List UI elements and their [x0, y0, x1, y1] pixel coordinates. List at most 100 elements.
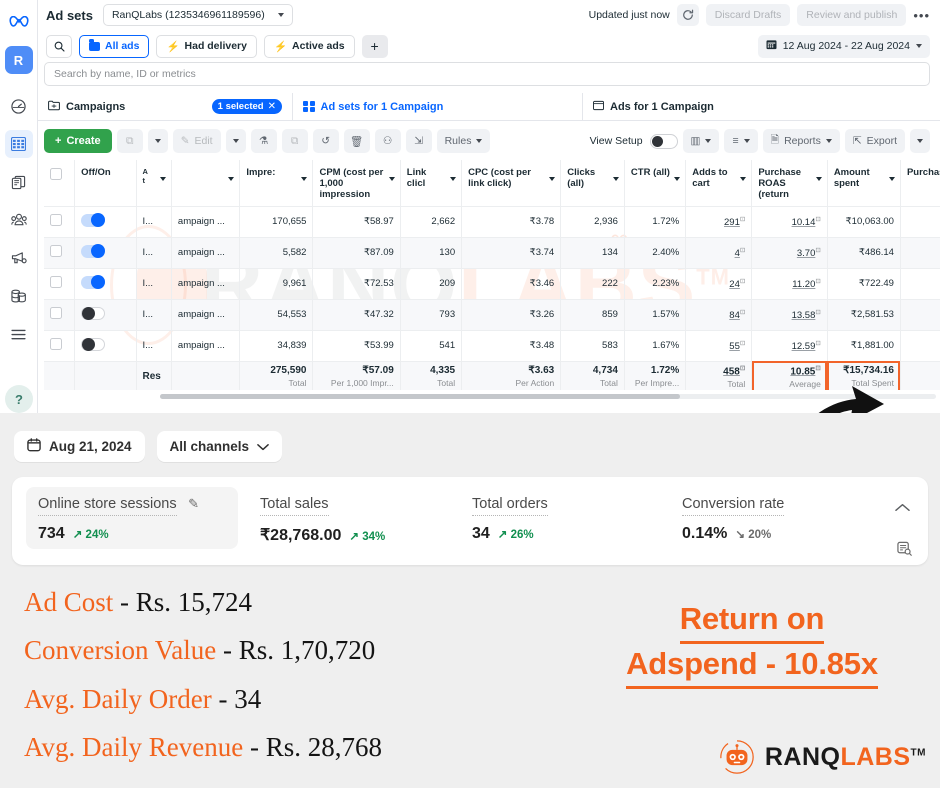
review-publish-button[interactable]: Review and publish: [797, 4, 906, 26]
selection-badge[interactable]: 1 selected ✕: [212, 99, 282, 114]
row-name-b[interactable]: ampaign ...: [171, 268, 239, 299]
row-roas-value[interactable]: 10.14: [792, 217, 816, 228]
row-toggle[interactable]: [81, 307, 105, 320]
row-name-b[interactable]: ampaign ...: [171, 237, 239, 268]
audience-button[interactable]: ⚇: [375, 129, 401, 153]
columns-button[interactable]: ▥: [683, 129, 720, 153]
row-toggle-cell[interactable]: [75, 299, 136, 330]
scrollbar-thumb[interactable]: [160, 394, 680, 399]
filter-had-delivery[interactable]: ⚡ Had delivery: [156, 35, 257, 58]
metric-conversion-rate[interactable]: Conversion rate 0.14% ↘ 20%: [670, 487, 796, 549]
row-name-a[interactable]: I...: [136, 299, 171, 330]
th-roas[interactable]: Purchase ROAS (return: [752, 160, 828, 206]
row-toggle-cell[interactable]: [75, 268, 136, 299]
row-checkbox-cell[interactable]: [44, 268, 75, 299]
billing-icon[interactable]: [5, 282, 33, 310]
export-dropdown[interactable]: [910, 129, 930, 153]
more-options-icon[interactable]: •••: [913, 8, 930, 23]
row-adds-cart-value[interactable]: 55: [729, 341, 740, 352]
row-checkbox-cell[interactable]: [44, 299, 75, 330]
delete-button[interactable]: 🗑: [344, 129, 370, 153]
row-toggle[interactable]: [81, 214, 105, 227]
duplicate-button[interactable]: ⧉: [117, 129, 143, 153]
row-roas-value[interactable]: 13.58: [792, 310, 816, 321]
meta-logo-icon[interactable]: [5, 8, 33, 36]
megaphone-icon[interactable]: [5, 244, 33, 272]
ab-test-button[interactable]: ⚗: [251, 129, 277, 153]
row-checkbox-cell[interactable]: [44, 237, 75, 268]
row-toggle[interactable]: [81, 276, 105, 289]
table-row[interactable]: I... ampaign ... 9,961 ₹72.53 209 ₹3.46 …: [44, 268, 940, 299]
account-select[interactable]: RanQLabs (1235346961189596): [103, 4, 293, 26]
row-name-a[interactable]: I...: [136, 206, 171, 237]
revert-button[interactable]: ↺: [313, 129, 339, 153]
th-offon[interactable]: Off/On: [75, 160, 136, 206]
row-checkbox[interactable]: [50, 307, 62, 319]
tab-adsets[interactable]: Ad sets for 1 Campaign: [293, 93, 583, 120]
create-button[interactable]: + Create: [44, 129, 112, 153]
th-impressions[interactable]: Impre:: [240, 160, 313, 206]
row-toggle[interactable]: [81, 245, 105, 258]
breakdown-button[interactable]: ≡: [724, 129, 757, 153]
menu-icon[interactable]: [5, 320, 33, 348]
filter-active-ads[interactable]: ⚡ Active ads: [264, 35, 355, 58]
rules-button[interactable]: Rules: [437, 129, 491, 153]
th-clicks-all[interactable]: Clicks (all): [561, 160, 625, 206]
audience-icon[interactable]: [5, 206, 33, 234]
table-row[interactable]: I... ampaign ... 5,582 ₹87.09 130 ₹3.74 …: [44, 237, 940, 268]
collapse-card-icon[interactable]: [895, 501, 910, 515]
th-name-b[interactable]: [171, 160, 239, 206]
pencil-icon[interactable]: ✎: [188, 496, 199, 511]
th-name-a[interactable]: A t: [136, 160, 171, 206]
help-icon[interactable]: ?: [5, 385, 33, 413]
row-name-b[interactable]: ampaign ...: [171, 299, 239, 330]
th-purchase[interactable]: Purchase: [900, 160, 940, 206]
th-cpc[interactable]: CPC (cost per link click): [462, 160, 561, 206]
row-checkbox[interactable]: [50, 214, 62, 226]
table-row[interactable]: I... ampaign ... 54,553 ₹47.32 793 ₹3.26…: [44, 299, 940, 330]
metric-total-orders[interactable]: Total orders 34 ↗ 26%: [460, 487, 560, 549]
row-checkbox[interactable]: [50, 276, 62, 288]
th-cpm[interactable]: CPM (cost per 1,000 impression: [313, 160, 400, 206]
metric-total-sales[interactable]: Total sales ₹28,768.00 ↗ 34%: [248, 487, 397, 549]
dashboard-icon[interactable]: [5, 92, 33, 120]
report-search-icon[interactable]: [897, 541, 912, 559]
copy-button[interactable]: ⧉: [282, 129, 308, 153]
row-adds-cart-value[interactable]: 24: [729, 279, 740, 290]
row-name-a[interactable]: I...: [136, 237, 171, 268]
th-adds-cart[interactable]: Adds to cart: [686, 160, 752, 206]
row-toggle-cell[interactable]: [75, 206, 136, 237]
row-roas-value[interactable]: 11.20: [792, 279, 815, 290]
search-icon-button[interactable]: [46, 35, 72, 58]
ads-table-scroll[interactable]: Off/On A t Impre: CPM (cost per 1,000 im…: [44, 160, 940, 390]
th-ctr-all[interactable]: CTR (all): [624, 160, 685, 206]
row-name-a[interactable]: I...: [136, 268, 171, 299]
row-toggle-cell[interactable]: [75, 330, 136, 361]
table-icon[interactable]: [5, 130, 33, 158]
select-all-checkbox[interactable]: [50, 168, 62, 180]
pages-icon[interactable]: [5, 168, 33, 196]
row-checkbox[interactable]: [50, 245, 62, 257]
row-roas-value[interactable]: 3.70: [797, 248, 816, 259]
row-roas-value[interactable]: 12.59: [792, 341, 816, 352]
table-row[interactable]: I... ampaign ... 170,655 ₹58.97 2,662 ₹3…: [44, 206, 940, 237]
close-icon[interactable]: ✕: [268, 101, 276, 112]
row-name-b[interactable]: ampaign ...: [171, 330, 239, 361]
export-button[interactable]: ⇱ Export: [845, 129, 905, 153]
view-setup-toggle[interactable]: [650, 134, 678, 149]
row-adds-cart-value[interactable]: 84: [729, 310, 740, 321]
shopify-channel-chip[interactable]: All channels: [157, 431, 283, 462]
th-spent[interactable]: Amount spent: [827, 160, 900, 206]
row-checkbox[interactable]: [50, 338, 62, 350]
refresh-button[interactable]: [677, 4, 699, 26]
edit-dropdown[interactable]: [226, 129, 246, 153]
filter-all-ads[interactable]: All ads: [79, 35, 149, 58]
th-select-all[interactable]: [44, 160, 75, 206]
discard-drafts-button[interactable]: Discard Drafts: [706, 4, 791, 26]
reports-button[interactable]: 🗎 Reports: [763, 129, 840, 153]
table-row[interactable]: I... ampaign ... 34,839 ₹53.99 541 ₹3.48…: [44, 330, 940, 361]
row-name-b[interactable]: ampaign ...: [171, 206, 239, 237]
account-avatar[interactable]: R: [5, 46, 33, 74]
tab-campaigns[interactable]: Campaigns 1 selected ✕: [38, 93, 293, 120]
edit-button[interactable]: ✎ Edit: [173, 129, 221, 153]
